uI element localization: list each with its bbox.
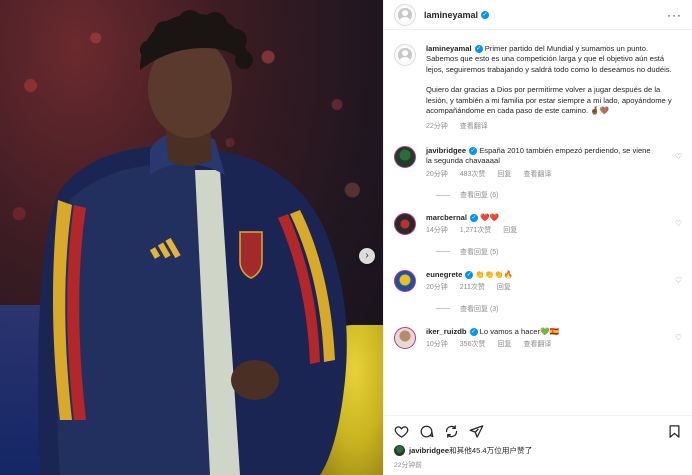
post-side-panel: lamineyamal ✓ ··· lamineyamal ✓ Primer pa… — [383, 0, 692, 475]
view-translation-link[interactable]: 查看翻译 — [523, 171, 551, 178]
commenter-username[interactable]: marcbernal — [426, 213, 467, 222]
commenter-username[interactable]: iker_ruizdb — [426, 327, 467, 336]
more-options-icon[interactable]: ··· — [667, 8, 682, 22]
comment-time: 20分钟 — [426, 284, 448, 292]
post-action-bar: javibridgee 和其他45.4万位用户赞了 22分钟前 — [384, 415, 692, 475]
reply-button[interactable]: 回复 — [497, 341, 511, 348]
bookmark-icon[interactable] — [667, 424, 682, 439]
post-time: 22分钟 — [426, 123, 448, 131]
liker-username[interactable]: javibridgee — [409, 446, 449, 455]
comment-likes[interactable]: 211次赞 — [460, 284, 485, 291]
like-comment-heart-icon[interactable]: ♡ — [675, 333, 682, 342]
commenter-avatar[interactable] — [394, 269, 416, 292]
comment-icon[interactable] — [419, 424, 434, 439]
view-replies-button[interactable]: 查看回复 (6) — [436, 190, 682, 200]
player-illustration — [38, 10, 347, 475]
commenter-username[interactable]: javibridgee — [426, 146, 466, 155]
commenter-username[interactable]: eunegrete — [426, 270, 462, 279]
verified-badge-icon: ✓ — [465, 270, 474, 279]
like-comment-heart-icon[interactable]: ♡ — [675, 276, 682, 285]
view-replies-button[interactable]: 查看回复 (5) — [436, 247, 682, 257]
verified-badge-icon: ✓ — [469, 146, 478, 155]
spain-crest — [239, 231, 263, 279]
default-avatar-icon — [398, 7, 412, 22]
reply-button[interactable]: 回复 — [503, 227, 517, 234]
like-comment-heart-icon[interactable]: ♡ — [675, 219, 682, 228]
comment: javibridgee ✓ España 2010 también empezó … — [394, 145, 682, 180]
comment-time: 10分钟 — [426, 341, 448, 349]
comment: eunegrete ✓ 👏👏👏🔥 20分钟 211次赞 回复 ♡ — [394, 269, 682, 294]
verified-badge-icon: ✓ — [474, 45, 483, 53]
commenter-avatar[interactable] — [394, 213, 416, 236]
comment-likes[interactable]: 356次赞 — [460, 341, 486, 348]
view-replies-button[interactable]: 查看回复 (3) — [436, 304, 682, 314]
view-translation-link[interactable]: 查看翻译 — [460, 123, 488, 130]
verified-badge-icon: ✓ — [469, 327, 478, 336]
comment-time: 14分钟 — [426, 227, 448, 235]
liker-avatar — [394, 445, 405, 456]
verified-badge-icon: ✓ — [481, 10, 490, 19]
caption-text-2: Quiero dar gracias a Dios por permitirme… — [426, 85, 672, 116]
view-translation-link[interactable]: 查看翻译 — [523, 341, 551, 348]
commenter-avatar[interactable] — [394, 145, 416, 168]
comments-scroll-area[interactable]: lamineyamal ✓ Primer partido del Mundial … — [384, 30, 692, 415]
send-icon[interactable] — [469, 424, 484, 439]
comment-time: 20分钟 — [426, 170, 448, 178]
reply-button[interactable]: 回复 — [497, 284, 511, 291]
post-caption: lamineyamal ✓ Primer partido del Mundial … — [394, 44, 682, 133]
like-comment-heart-icon[interactable]: ♡ — [675, 152, 682, 161]
comment-text: 👏👏👏🔥 — [475, 269, 514, 279]
likes-summary[interactable]: javibridgee 和其他45.4万位用户赞了 — [394, 445, 682, 456]
likes-rest: 和其他45.4万位用户赞了 — [449, 446, 533, 455]
heart-icon[interactable] — [394, 424, 409, 439]
comment-likes[interactable]: 1,271次赞 — [460, 227, 492, 234]
caption-avatar[interactable] — [394, 44, 416, 66]
post-photo: › — [0, 0, 383, 475]
comment-text: ❤️❤️ — [480, 213, 499, 223]
comment: marcbernal ✓ ❤️❤️ 14分钟 1,271次赞 回复 ♡ — [394, 213, 682, 237]
post-timestamp: 22分钟前 — [394, 462, 422, 469]
default-avatar-icon — [398, 48, 412, 62]
reply-button[interactable]: 回复 — [497, 171, 511, 178]
author-username[interactable]: lamineyamal — [424, 10, 478, 20]
commenter-avatar[interactable] — [394, 326, 416, 349]
verified-badge-icon: ✓ — [469, 214, 478, 223]
comment: iker_ruizdb ✓ Lo vamos a hacer💚🇪🇸 10分钟 35… — [394, 326, 682, 351]
share-icon[interactable] — [444, 424, 459, 439]
caption-username[interactable]: lamineyamal — [426, 44, 472, 53]
author-avatar[interactable] — [394, 3, 416, 26]
post-header: lamineyamal ✓ ··· — [384, 0, 692, 30]
next-slide-button[interactable]: › — [359, 248, 375, 264]
comment-text: Lo vamos a hacer💚🇪🇸 — [479, 326, 559, 336]
comment-likes[interactable]: 483次赞 — [460, 171, 486, 178]
instagram-post-view: › lamineyamal ✓ ··· lamineyamal ✓ Primer … — [0, 0, 692, 475]
